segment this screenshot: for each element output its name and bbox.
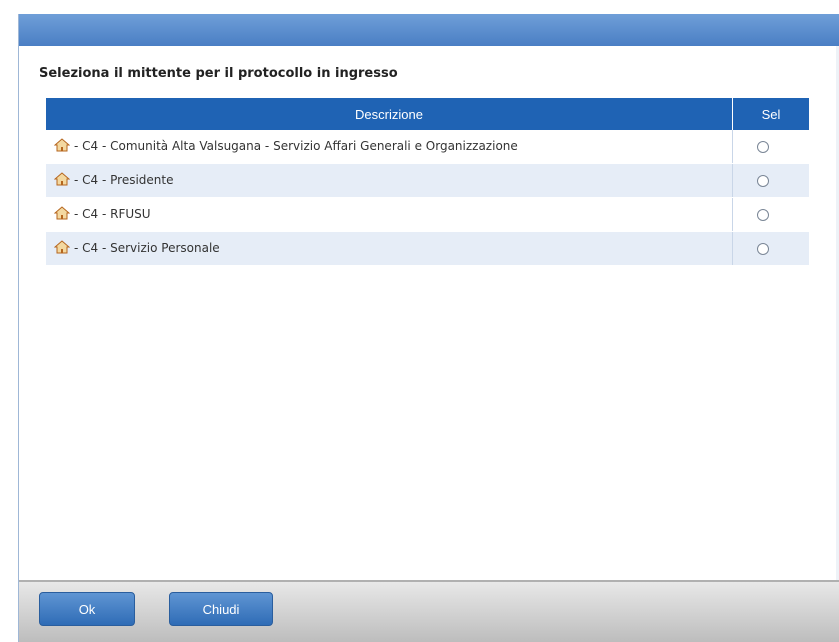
- row-description-cell: - C4 - RFUSU: [46, 197, 733, 232]
- row-description-text: - C4 - Presidente: [74, 173, 174, 187]
- house-icon: [53, 206, 71, 223]
- row-select-cell: [732, 197, 809, 232]
- house-icon: [53, 138, 71, 155]
- select-sender-dialog: Seleziona il mittente per il protocollo …: [18, 14, 839, 642]
- dialog-heading: Seleziona il mittente per il protocollo …: [39, 66, 398, 81]
- row-select-cell: [732, 130, 809, 164]
- row-description-text: - C4 - Servizio Personale: [74, 241, 220, 255]
- row-select-radio[interactable]: [757, 209, 769, 221]
- dialog-titlebar[interactable]: [19, 14, 839, 46]
- ok-button[interactable]: Ok: [39, 592, 135, 626]
- dialog-footer: Ok Chiudi: [19, 580, 839, 642]
- row-description-cell: - C4 - Presidente: [46, 163, 733, 198]
- table-header-row: Descrizione Sel: [46, 98, 809, 130]
- page-margin: [0, 0, 20, 642]
- row-select-radio[interactable]: [757, 141, 769, 153]
- row-select-cell: [732, 231, 809, 266]
- table-row[interactable]: - C4 - Servizio Personale: [46, 231, 809, 266]
- table-row[interactable]: - C4 - Presidente: [46, 163, 809, 198]
- row-description-cell: - C4 - Comunità Alta Valsugana - Servizi…: [46, 130, 733, 164]
- sender-table: Descrizione Sel - C4 - Comunità Alta Val…: [46, 98, 809, 266]
- house-icon: [53, 240, 71, 257]
- row-select-cell: [732, 163, 809, 198]
- table-row[interactable]: - C4 - RFUSU: [46, 197, 809, 232]
- column-header-descrizione[interactable]: Descrizione: [46, 98, 733, 130]
- row-description-text: - C4 - Comunità Alta Valsugana - Servizi…: [74, 139, 518, 153]
- row-select-radio[interactable]: [757, 243, 769, 255]
- row-description-text: - C4 - RFUSU: [74, 207, 151, 221]
- row-select-radio[interactable]: [757, 175, 769, 187]
- row-description-cell: - C4 - Servizio Personale: [46, 231, 733, 266]
- table-row[interactable]: - C4 - Comunità Alta Valsugana - Servizi…: [46, 130, 809, 164]
- house-icon: [53, 172, 71, 189]
- column-header-sel[interactable]: Sel: [732, 98, 809, 130]
- close-button[interactable]: Chiudi: [169, 592, 273, 626]
